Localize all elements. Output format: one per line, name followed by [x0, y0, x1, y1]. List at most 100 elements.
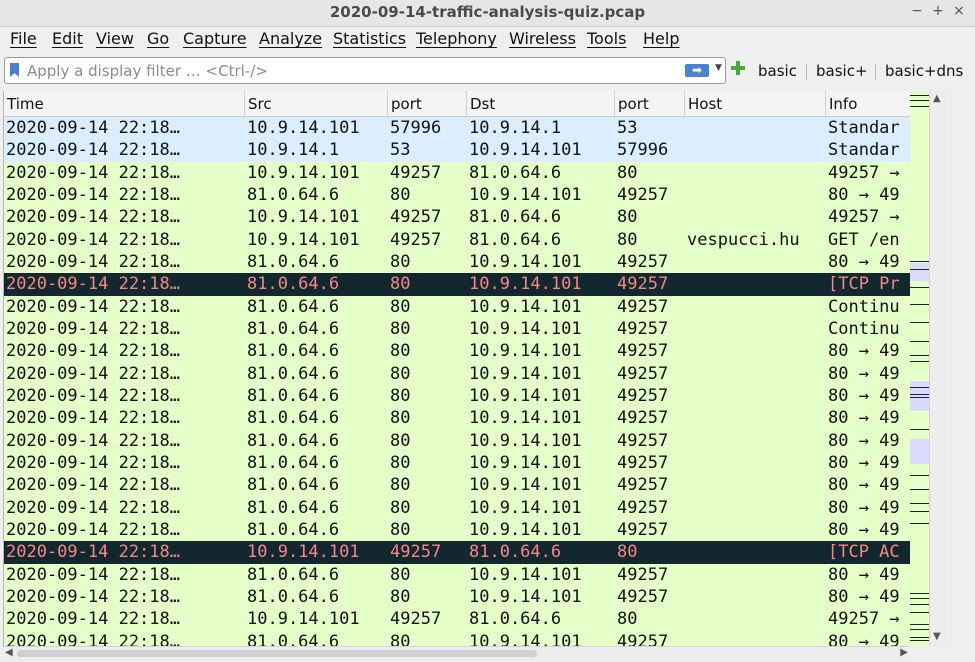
minimap-marker — [910, 593, 929, 594]
column-header-info[interactable]: Info — [826, 91, 911, 116]
menu-view[interactable]: View — [96, 29, 134, 48]
table-row[interactable]: 2020-09-14 22:18… 10.9.14.101 57996 10.9.14… — [4, 117, 911, 140]
menu-tools[interactable]: Tools — [587, 29, 626, 48]
column-header-time[interactable]: Time — [4, 91, 245, 116]
cell-dst: 10.9.14.101 — [469, 184, 582, 205]
horizontal-scrollbar[interactable]: ◀ ▶ — [3, 646, 910, 661]
table-row[interactable]: 2020-09-14 22:18… 81.0.64.6 80 10.9.14.101 4… — [4, 518, 911, 542]
minimap-marker — [910, 304, 929, 305]
cell-time: 2020-09-14 22:18… — [6, 430, 180, 451]
table-row[interactable]: 2020-09-14 22:18… 81.0.64.6 80 10.9.14.101 4… — [4, 407, 911, 430]
minimap-marker — [910, 341, 929, 342]
table-row[interactable]: 2020-09-14 22:18… 81.0.64.6 80 10.9.14.101 4… — [4, 295, 911, 318]
table-row[interactable]: 2020-09-14 22:18… 81.0.64.6 80 10.9.14.101 4… — [4, 630, 911, 646]
cell-src: 81.0.64.6 — [247, 564, 340, 585]
cell-src-port: 57996 — [390, 118, 442, 138]
packet-list-header: Time Src port Dst port Host Info — [4, 91, 911, 117]
scroll-up-icon[interactable]: ▲ — [933, 93, 941, 104]
table-row[interactable]: 2020-09-14 22:18… 81.0.64.6 80 10.9.14.101 4… — [4, 384, 911, 408]
cell-dst: 81.0.64.6 — [469, 609, 562, 630]
vertical-scrollbar[interactable]: ▲ ▼ — [929, 91, 947, 646]
scroll-right-icon[interactable]: ▶ — [900, 647, 908, 658]
cell-time: 2020-09-14 22:18… — [6, 296, 180, 317]
cell-dst-port: 49257 — [617, 251, 669, 272]
close-button[interactable]: × — [950, 3, 968, 19]
cell-info: 80 → 49 — [828, 497, 900, 518]
menu-capture[interactable]: Capture — [183, 29, 247, 48]
table-row[interactable]: 2020-09-14 22:18… 81.0.64.6 80 10.9.14.101 4… — [4, 496, 911, 519]
cell-dst-port: 49257 — [617, 475, 669, 496]
cell-info: 80 → 49 — [828, 430, 900, 451]
add-filter-button-plus-icon[interactable] — [731, 61, 745, 75]
table-row[interactable]: 2020-09-14 22:18… 81.0.64.6 80 10.9.14.101 4… — [4, 273, 911, 296]
cell-dst: 10.9.14.101 — [469, 140, 582, 161]
table-row[interactable]: 2020-09-14 22:18… 81.0.64.6 80 10.9.14.101 4… — [4, 585, 911, 609]
filter-button-basic[interactable]: basic — [758, 62, 797, 80]
table-row[interactable]: 2020-09-14 22:18… 10.9.14.101 49257 81.0.64… — [4, 228, 911, 251]
cell-src: 81.0.64.6 — [247, 251, 340, 272]
table-row[interactable]: 2020-09-14 22:18… 81.0.64.6 80 10.9.14.101 4… — [4, 563, 911, 586]
menu-go[interactable]: Go — [147, 29, 169, 48]
minimap-marker — [910, 361, 929, 362]
horizontal-scroll-thumb[interactable] — [17, 650, 537, 657]
table-row[interactable]: 2020-09-14 22:18… 81.0.64.6 80 10.9.14.101 4… — [4, 250, 911, 274]
table-row[interactable]: 2020-09-14 22:18… 10.9.14.101 49257 81.0.64… — [4, 161, 911, 184]
table-row[interactable]: 2020-09-14 22:18… 10.9.14.101 49257 81.0.64… — [4, 206, 911, 229]
cell-src-port: 49257 — [390, 542, 442, 563]
scroll-down-icon[interactable]: ▼ — [933, 631, 941, 642]
cell-dst: 10.9.14.101 — [469, 274, 582, 295]
table-row[interactable]: 2020-09-14 22:18… 10.9.14.101 49257 81.0.64… — [4, 608, 911, 631]
minimap-segment — [910, 381, 929, 411]
packet-list[interactable]: Time Src port Dst port Host Info 2020-09… — [3, 91, 911, 646]
display-filter-input[interactable] — [27, 61, 667, 80]
cell-src: 10.9.14.101 — [247, 118, 360, 138]
window-title: 2020-09-14-traffic-analysis-quiz.pcap — [329, 3, 646, 21]
cell-src-port: 80 — [390, 452, 411, 473]
minimize-button[interactable]: − — [908, 3, 926, 19]
maximize-button[interactable]: + — [929, 3, 947, 19]
table-row[interactable]: 2020-09-14 22:18… 81.0.64.6 80 10.9.14.101 4… — [4, 317, 911, 341]
menu-help[interactable]: Help — [643, 29, 679, 48]
apply-filter-arrow-icon[interactable]: ➡ — [685, 64, 709, 77]
table-row[interactable]: 2020-09-14 22:18… 81.0.64.6 80 10.9.14.101 4… — [4, 474, 911, 497]
menu-statistics[interactable]: Statistics — [333, 29, 406, 48]
cell-src: 81.0.64.6 — [247, 452, 340, 473]
cell-src-port: 80 — [390, 430, 411, 451]
menu-edit[interactable]: Edit — [52, 29, 83, 48]
column-header-src[interactable]: Src — [245, 91, 388, 116]
column-header-host[interactable]: Host — [685, 91, 826, 116]
menu-analyze[interactable]: Analyze — [259, 29, 322, 48]
column-header-dst[interactable]: Dst — [467, 91, 615, 116]
cell-dst-port: 49257 — [617, 274, 669, 295]
table-row[interactable]: 2020-09-14 22:18… 10.9.14.1 53 10.9.14.101 5… — [4, 139, 911, 162]
cell-dst: 10.9.14.101 — [469, 564, 582, 585]
cell-src: 81.0.64.6 — [247, 385, 340, 406]
table-row[interactable]: 2020-09-14 22:18… 81.0.64.6 80 10.9.14.101 4… — [4, 451, 911, 475]
table-row[interactable]: 2020-09-14 22:18… 81.0.64.6 80 10.9.14.101 4… — [4, 183, 911, 207]
minimap-marker — [910, 397, 929, 398]
cell-time: 2020-09-14 22:18… — [6, 229, 180, 250]
minimap-marker — [910, 624, 929, 625]
table-row[interactable]: 2020-09-14 22:18… 10.9.14.101 49257 81.0.64… — [4, 541, 911, 564]
column-header-src-port[interactable]: port — [388, 91, 467, 116]
cell-time: 2020-09-14 22:18… — [6, 207, 180, 228]
packet-map-minimap[interactable] — [910, 91, 929, 646]
menu-telephony[interactable]: Telephony — [416, 29, 497, 48]
cell-src-port: 80 — [390, 274, 411, 295]
menu-file[interactable]: File — [10, 29, 37, 48]
minimap-marker — [910, 95, 929, 96]
cell-dst: 10.9.14.101 — [469, 519, 582, 540]
column-header-dst-port[interactable]: port — [615, 91, 685, 116]
table-row[interactable]: 2020-09-14 22:18… 81.0.64.6 80 10.9.14.101 4… — [4, 340, 911, 363]
bookmark-icon[interactable] — [10, 63, 19, 77]
cell-info: 49257 → — [828, 609, 900, 630]
filter-button-basic-plus[interactable]: basic+ — [816, 62, 868, 80]
table-row[interactable]: 2020-09-14 22:18… 81.0.64.6 80 10.9.14.101 4… — [4, 362, 911, 385]
cell-info: 80 → 49 — [828, 631, 900, 646]
table-row[interactable]: 2020-09-14 22:18… 81.0.64.6 80 10.9.14.101 4… — [4, 429, 911, 452]
filter-history-dropdown-icon[interactable]: ▼ — [715, 63, 722, 73]
cell-src: 10.9.14.101 — [247, 229, 360, 250]
menu-wireless[interactable]: Wireless — [509, 29, 576, 48]
scroll-left-icon[interactable]: ◀ — [5, 647, 13, 658]
filter-button-basic-plus-dns[interactable]: basic+dns — [885, 62, 963, 80]
